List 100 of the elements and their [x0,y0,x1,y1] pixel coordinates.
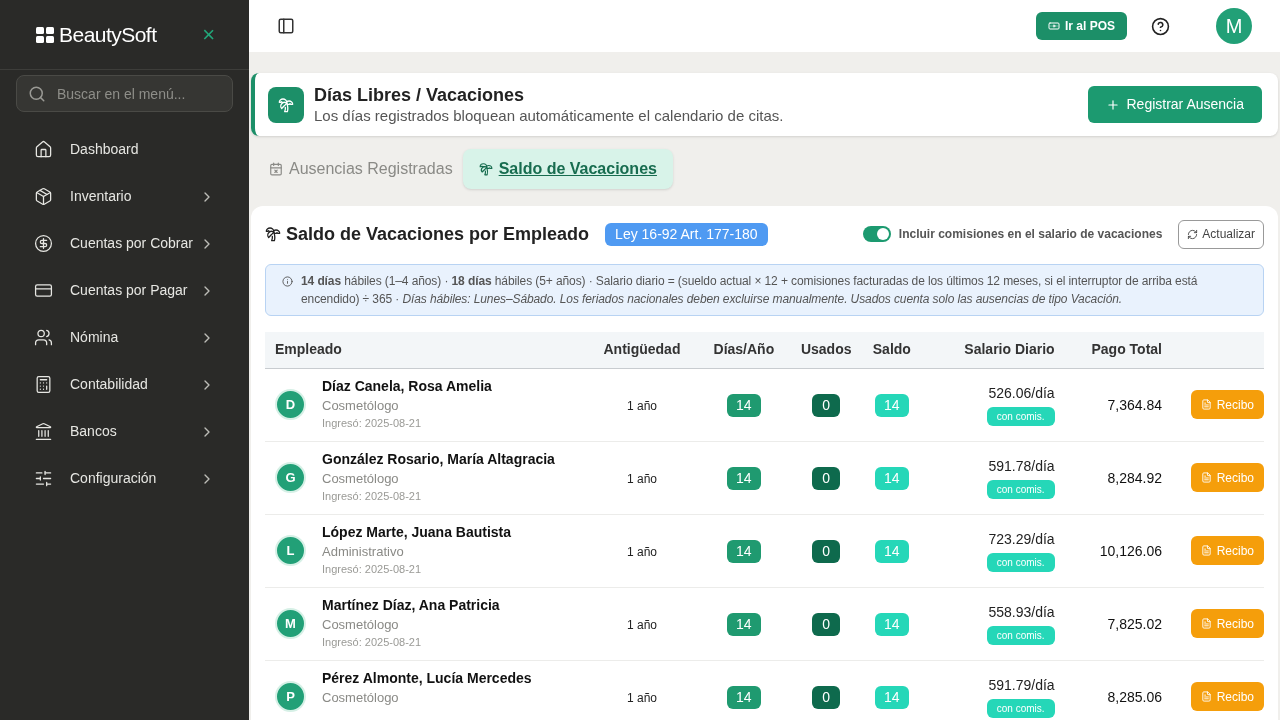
hire-date: Ingresó: 2025-08-21 [322,416,423,431]
daily-salary: 591.78/día [988,457,1055,476]
table-cell: 1 año [626,398,657,413]
document-icon [1200,472,1212,483]
house-icon [34,140,53,159]
commission-badge: con comis. [986,407,1055,426]
palm-tree-icon [265,226,281,242]
employee-name: González Rosario, María Altagracia [322,450,555,469]
help-icon[interactable] [1151,16,1170,36]
total-pay: 7,364.84 [1107,396,1162,413]
sliders-icon [34,469,53,488]
employee-role: Cosmetólogo [322,689,400,707]
employee-avatar: L [275,535,306,566]
column-header: Días/Año [713,341,775,358]
document-icon [1200,399,1212,410]
used-badge: 0 [812,393,841,417]
menu-item[interactable]: Cuentas por Pagar [0,267,249,314]
total-pay: 10,126.06 [1099,542,1162,559]
commission-badge: con comis. [986,699,1055,718]
pos-button[interactable]: Ir al POS [1035,12,1127,40]
tab[interactable]: Ausencias Registradas [265,149,457,189]
employee-name: López Marte, Juana Bautista [322,523,512,542]
column-header: Salario Diario [964,341,1055,358]
menu-item[interactable]: Inventario [0,173,249,220]
info-icon [282,276,293,287]
employee-role: Cosmetólogo [322,397,400,415]
table-cell: 1 año [626,617,657,632]
days-badge: 14 [727,466,761,490]
search-field[interactable]: Buscar en el menú... [16,75,233,112]
menu-item[interactable]: Nómina [0,314,249,361]
days-badge: 14 [727,685,761,709]
used-badge: 0 [812,612,841,636]
column-header: Usados [800,341,852,358]
box-icon [34,187,53,206]
refresh-button[interactable]: Actualizar [1178,219,1264,249]
employee-avatar: G [275,462,306,493]
daily-salary: 723.29/día [988,530,1055,549]
balance-badge: 14 [875,685,909,709]
employee-role: Administrativo [322,543,405,561]
document-icon [1200,618,1212,629]
banknote-icon [1047,20,1060,32]
calculator-icon [34,375,53,394]
toggle-label: Incluir comisiones en el salario de vacaciones [898,226,1163,243]
used-badge: 0 [812,466,841,490]
commission-badge: con comis. [986,626,1055,645]
close-button[interactable]: × [202,23,215,46]
page-title: Días Libres / Vacaciones [314,84,526,106]
employee-avatar: D [275,389,306,420]
register-absence-button[interactable]: Registrar Ausencia [1088,86,1262,123]
calendar-icon [269,162,283,176]
bank-icon [34,422,53,441]
employee-name: Díaz Canela, Rosa Amelia [322,377,492,396]
menu-item[interactable]: Bancos [0,408,249,455]
menu-item[interactable]: Configuración [0,455,249,502]
table-cell: 1 año [626,544,657,559]
balance-badge: 14 [875,539,909,563]
page-subtitle: Los días registrados bloquean automáticamente el calendario de citas. [314,106,785,125]
total-pay: 7,825.02 [1107,615,1162,632]
logo-icon [36,26,54,43]
daily-salary: 526.06/día [988,384,1055,403]
column-header: Pago Total [1091,341,1162,358]
plus-icon [1106,97,1121,112]
law-badge: Ley 16-92 Art. 177-180 [605,222,768,246]
toggle-switch[interactable] [862,226,891,242]
total-pay: 8,284.92 [1107,469,1162,486]
card-icon [34,281,53,300]
sidebar-toggle-icon[interactable] [277,17,295,35]
document-icon [1200,691,1212,702]
search-icon [28,85,46,103]
palm-tree-icon [478,162,493,176]
user-avatar[interactable]: M [1216,8,1252,44]
employee-role: Cosmetólogo [322,616,400,634]
balance-badge: 14 [875,393,909,417]
info-text: 14 días hábiles (1–4 años) · 18 días hábiles (5+ años) · Salario diario = (sueldo actual × 12 + comisiones facturadas de los últimos 12 meses, si el interruptor de arriba está encendido) ÷ 365 · Días hábiles: Lunes–Sábado. Los feriados nacionales deben excluirse manualmente. Usados cuenta solo las ausencias de tipo Vacación. [301,273,1199,308]
used-badge: 0 [812,539,841,563]
column-header: Antigüedad [603,341,681,358]
document-icon [1200,545,1212,556]
employee-avatar: M [275,608,306,639]
column-header: Empleado [275,341,342,358]
daily-salary: 558.93/día [988,603,1055,622]
used-badge: 0 [812,685,841,709]
employee-avatar: P [275,681,306,712]
days-badge: 14 [727,539,761,563]
employee-name: Martínez Díaz, Ana Patricia [322,596,500,615]
employee-name: Pérez Almonte, Lucía Mercedes [322,669,532,688]
brand-name: BeautySoft [59,21,157,48]
beach-badge-icon [268,86,304,123]
days-badge: 14 [727,612,761,636]
dollar-icon [34,234,53,253]
menu-item[interactable]: Contabilidad [0,361,249,408]
hire-date: Ingresó: 2025-08-21 [322,489,423,504]
table-cell: 1 año [626,471,657,486]
panel-title: Saldo de Vacaciones por Empleado [286,222,590,246]
days-badge: 14 [727,393,761,417]
balance-badge: 14 [875,466,909,490]
menu-item[interactable]: Dashboard [0,126,249,173]
column-header: Saldo [872,341,911,358]
commission-badge: con comis. [986,480,1055,499]
menu-item[interactable]: Cuentas por Cobrar [0,220,249,267]
tab[interactable]: Saldo de Vacaciones [462,149,673,189]
